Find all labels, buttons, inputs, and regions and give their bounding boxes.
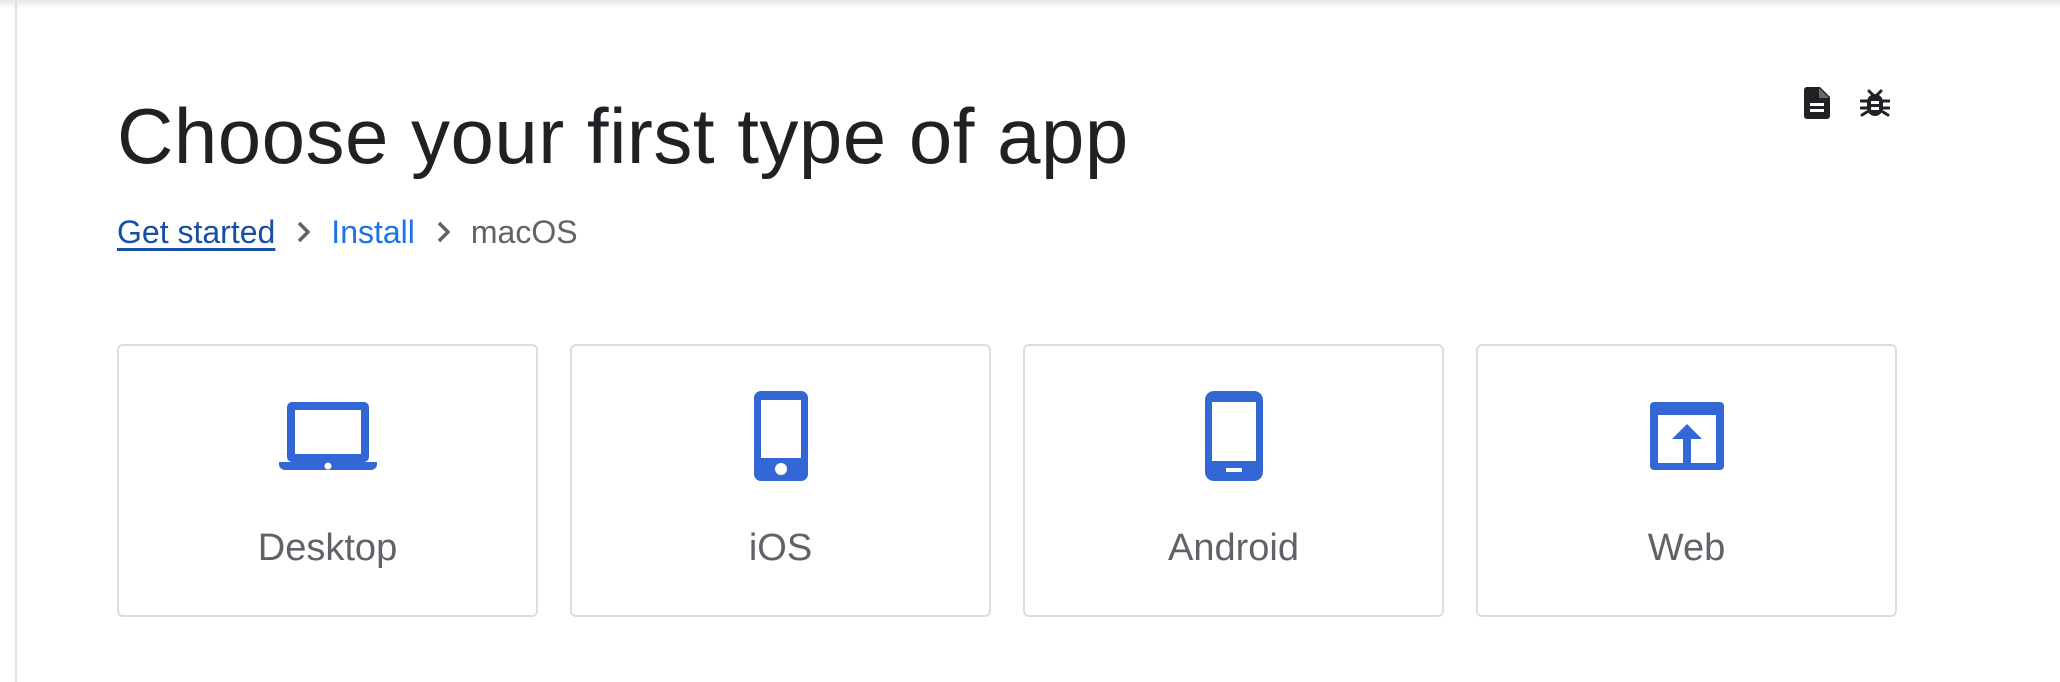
- app-type-label: Android: [1168, 527, 1299, 569]
- breadcrumb-get-started[interactable]: Get started: [117, 210, 275, 254]
- breadcrumb-install[interactable]: Install: [331, 210, 415, 254]
- app-type-card-android[interactable]: Android: [1023, 344, 1444, 617]
- chevron-right-icon: [275, 220, 331, 244]
- app-type-label: Web: [1647, 527, 1726, 569]
- view-docs-button[interactable]: [1802, 86, 1832, 120]
- android-phone-icon: [1204, 391, 1263, 481]
- header-actions: [1802, 86, 1890, 120]
- app-type-card-desktop[interactable]: Desktop: [117, 344, 538, 617]
- app-type-label: Desktop: [257, 527, 398, 569]
- top-shadow: [0, 0, 2060, 8]
- left-divider: [15, 0, 17, 682]
- app-type-label: iOS: [748, 527, 813, 569]
- page-title: Choose your first type of app: [117, 92, 1129, 180]
- bug-icon: [1860, 89, 1890, 117]
- app-type-cards: Desktop iOS Android Web: [117, 344, 1897, 617]
- document-icon: [1804, 87, 1830, 119]
- app-type-card-ios[interactable]: iOS: [570, 344, 991, 617]
- breadcrumb-macos: macOS: [470, 214, 578, 250]
- iphone-icon: [753, 391, 808, 481]
- chevron-right-icon: [415, 220, 471, 244]
- laptop-icon: [278, 402, 377, 470]
- report-bug-button[interactable]: [1860, 86, 1890, 120]
- web-open-in-browser-icon: [1649, 402, 1724, 470]
- app-type-card-web[interactable]: Web: [1476, 344, 1897, 617]
- breadcrumb: Get started Install macOS: [117, 210, 578, 254]
